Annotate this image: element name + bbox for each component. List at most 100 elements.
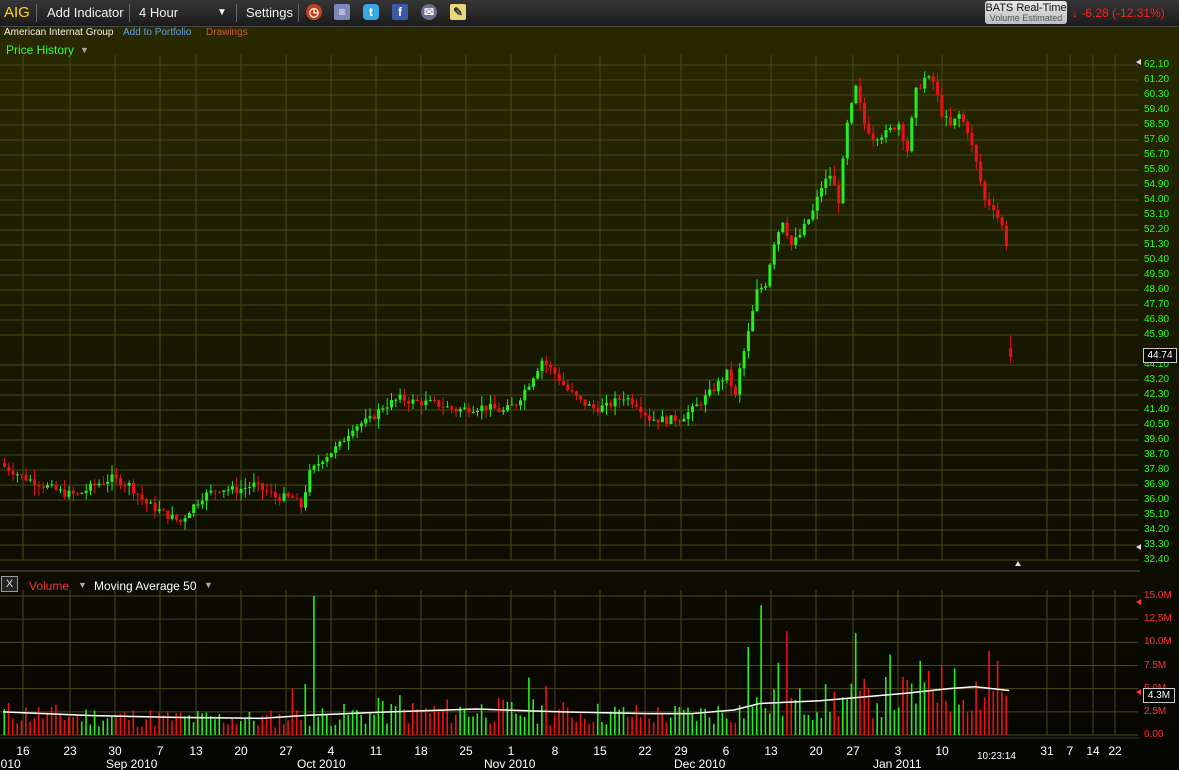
time-label: 10:23:14 xyxy=(977,751,1016,762)
candle-body xyxy=(200,500,204,505)
candle-body xyxy=(574,391,578,396)
price-tick-label: 56.70 xyxy=(1144,149,1170,160)
chevron-down-icon[interactable]: ▼ xyxy=(204,580,213,590)
volume-bar xyxy=(609,711,612,735)
candle-body xyxy=(738,368,742,395)
candle-body xyxy=(140,494,144,500)
volume-bar xyxy=(781,715,784,735)
volume-bar xyxy=(571,717,573,735)
candle-body xyxy=(906,140,909,152)
candle-body xyxy=(93,483,97,486)
price-tick-label: 59.40 xyxy=(1144,104,1170,115)
date-tick-label: 20 xyxy=(234,744,248,758)
volume-bar xyxy=(459,706,461,735)
candle-body xyxy=(46,485,49,488)
volume-bar xyxy=(652,722,655,735)
volume-bar xyxy=(407,723,410,735)
volume-bar xyxy=(50,706,53,735)
candle-body xyxy=(729,369,733,387)
candle-body xyxy=(630,398,634,405)
volume-bar xyxy=(936,702,939,735)
volume-bar xyxy=(59,714,61,735)
price-tick-label: 45.90 xyxy=(1144,329,1170,340)
candle-body xyxy=(213,490,217,492)
candle-body xyxy=(544,360,548,365)
volume-bar xyxy=(37,707,40,735)
candle-body xyxy=(239,488,243,494)
candle-body xyxy=(596,408,600,412)
price-tick-label: 35.10 xyxy=(1144,509,1170,520)
volume-bar xyxy=(910,683,913,735)
candle-body xyxy=(127,483,131,486)
volume-bar xyxy=(240,721,242,735)
volume-bar xyxy=(93,710,96,735)
candle-body xyxy=(549,364,553,368)
candle-body xyxy=(209,490,213,493)
volume-bar xyxy=(308,725,311,735)
candle-body xyxy=(248,486,252,488)
chevron-down-icon[interactable]: ▼ xyxy=(78,580,87,590)
date-tick-label: 30 xyxy=(108,744,122,758)
volume-bar xyxy=(1005,695,1007,735)
volume-bar xyxy=(437,709,440,735)
volume-bar xyxy=(695,721,698,735)
volume-bar xyxy=(386,723,388,735)
candle-body xyxy=(342,441,346,443)
volume-axis-marker-icon xyxy=(1136,599,1141,605)
candle-body xyxy=(880,137,884,140)
candle-body xyxy=(454,408,458,412)
candle-body xyxy=(385,407,389,409)
volume-bar xyxy=(235,724,238,735)
candle-body xyxy=(996,210,1000,218)
volume-bar xyxy=(63,720,66,735)
volume-bar xyxy=(876,703,878,735)
candle-body xyxy=(50,484,54,486)
candle-body xyxy=(80,492,84,494)
volume-bar xyxy=(3,709,6,735)
candle-body xyxy=(652,419,656,421)
candle-body xyxy=(686,412,690,419)
candle-body xyxy=(471,412,475,414)
price-tick-label: 62.10 xyxy=(1144,59,1170,70)
volume-bar xyxy=(399,695,401,735)
candle-body xyxy=(441,406,445,408)
date-tick-label: 15 xyxy=(593,744,607,758)
close-volume-panel-button[interactable]: X xyxy=(1,576,18,592)
volume-bar xyxy=(811,719,814,735)
volume-bar xyxy=(979,709,982,735)
candle-body xyxy=(114,474,118,478)
candle-body xyxy=(187,513,191,519)
chart-app: { "toolbar": { "ticker": "AIG", "add_ind… xyxy=(0,0,1179,770)
volume-bar xyxy=(824,684,827,735)
volume-bar xyxy=(128,719,130,735)
volume-bar xyxy=(708,717,711,735)
candle-body xyxy=(256,482,260,484)
candle-body xyxy=(850,103,854,123)
month-label: Dec 2010 xyxy=(674,757,726,770)
candle-body xyxy=(67,490,71,497)
candle-body xyxy=(488,403,492,410)
volume-bar xyxy=(317,716,319,735)
candle-body xyxy=(854,85,858,104)
candle-body xyxy=(33,479,37,486)
volume-bar xyxy=(519,715,522,735)
volume-bar xyxy=(622,707,625,735)
date-tick-label: 11 xyxy=(369,744,383,758)
candle-body xyxy=(484,405,488,410)
volume-bar xyxy=(141,726,143,735)
volume-bar xyxy=(175,713,178,735)
candle-body xyxy=(7,466,11,472)
volume-bar xyxy=(854,633,857,735)
volume-bar xyxy=(244,718,246,735)
price-tick-label: 34.20 xyxy=(1144,524,1170,535)
candle-body xyxy=(476,410,479,413)
volume-bar xyxy=(394,705,397,735)
candle-body xyxy=(282,493,286,501)
volume-bar xyxy=(743,718,745,735)
candle-body xyxy=(918,87,922,89)
month-label: Sep 2010 xyxy=(106,757,158,770)
volume-bar xyxy=(227,724,229,735)
candle-body xyxy=(273,492,277,498)
volume-bar xyxy=(252,720,255,735)
volume-bar xyxy=(738,705,741,735)
